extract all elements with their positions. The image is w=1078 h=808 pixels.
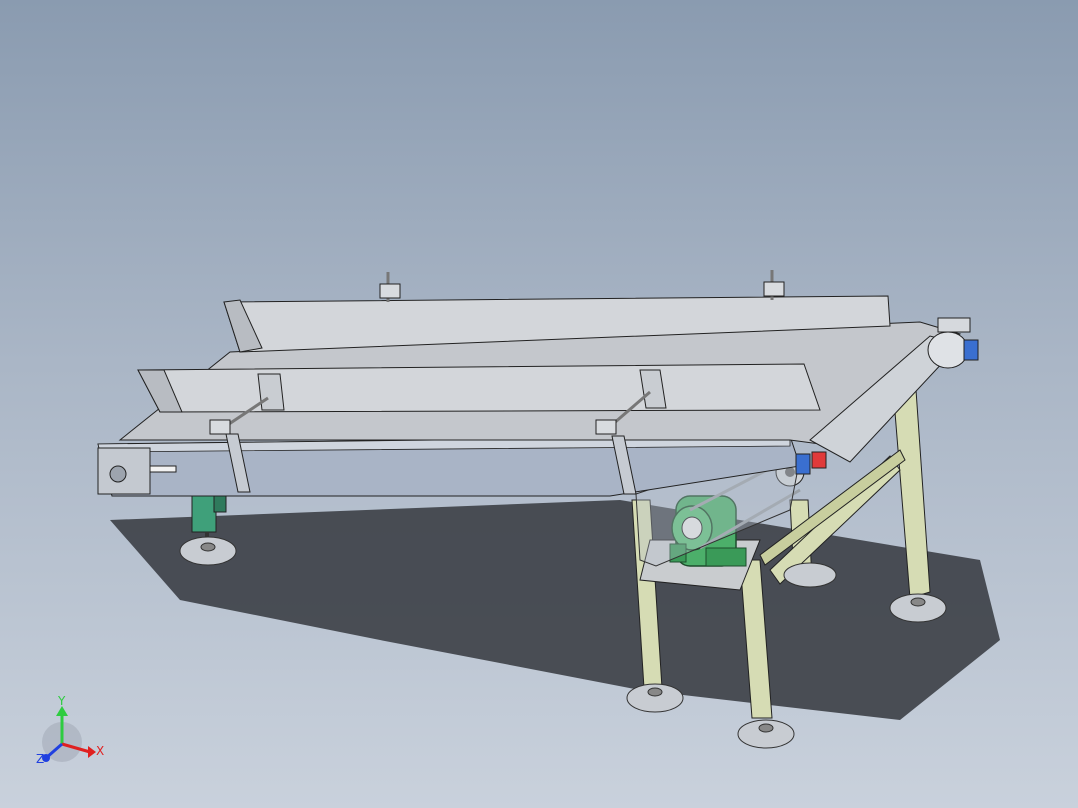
coordinate-triad[interactable] (42, 706, 96, 762)
conveyor-model[interactable] (0, 0, 1078, 808)
y-axis-label: Y (58, 694, 66, 708)
z-axis-label: Z (36, 752, 45, 766)
ground-shadow (110, 500, 1000, 720)
x-axis-label: X (96, 744, 105, 758)
front-guide-rail (137, 363, 821, 413)
cad-viewport[interactable]: Y X Z (0, 0, 1078, 808)
